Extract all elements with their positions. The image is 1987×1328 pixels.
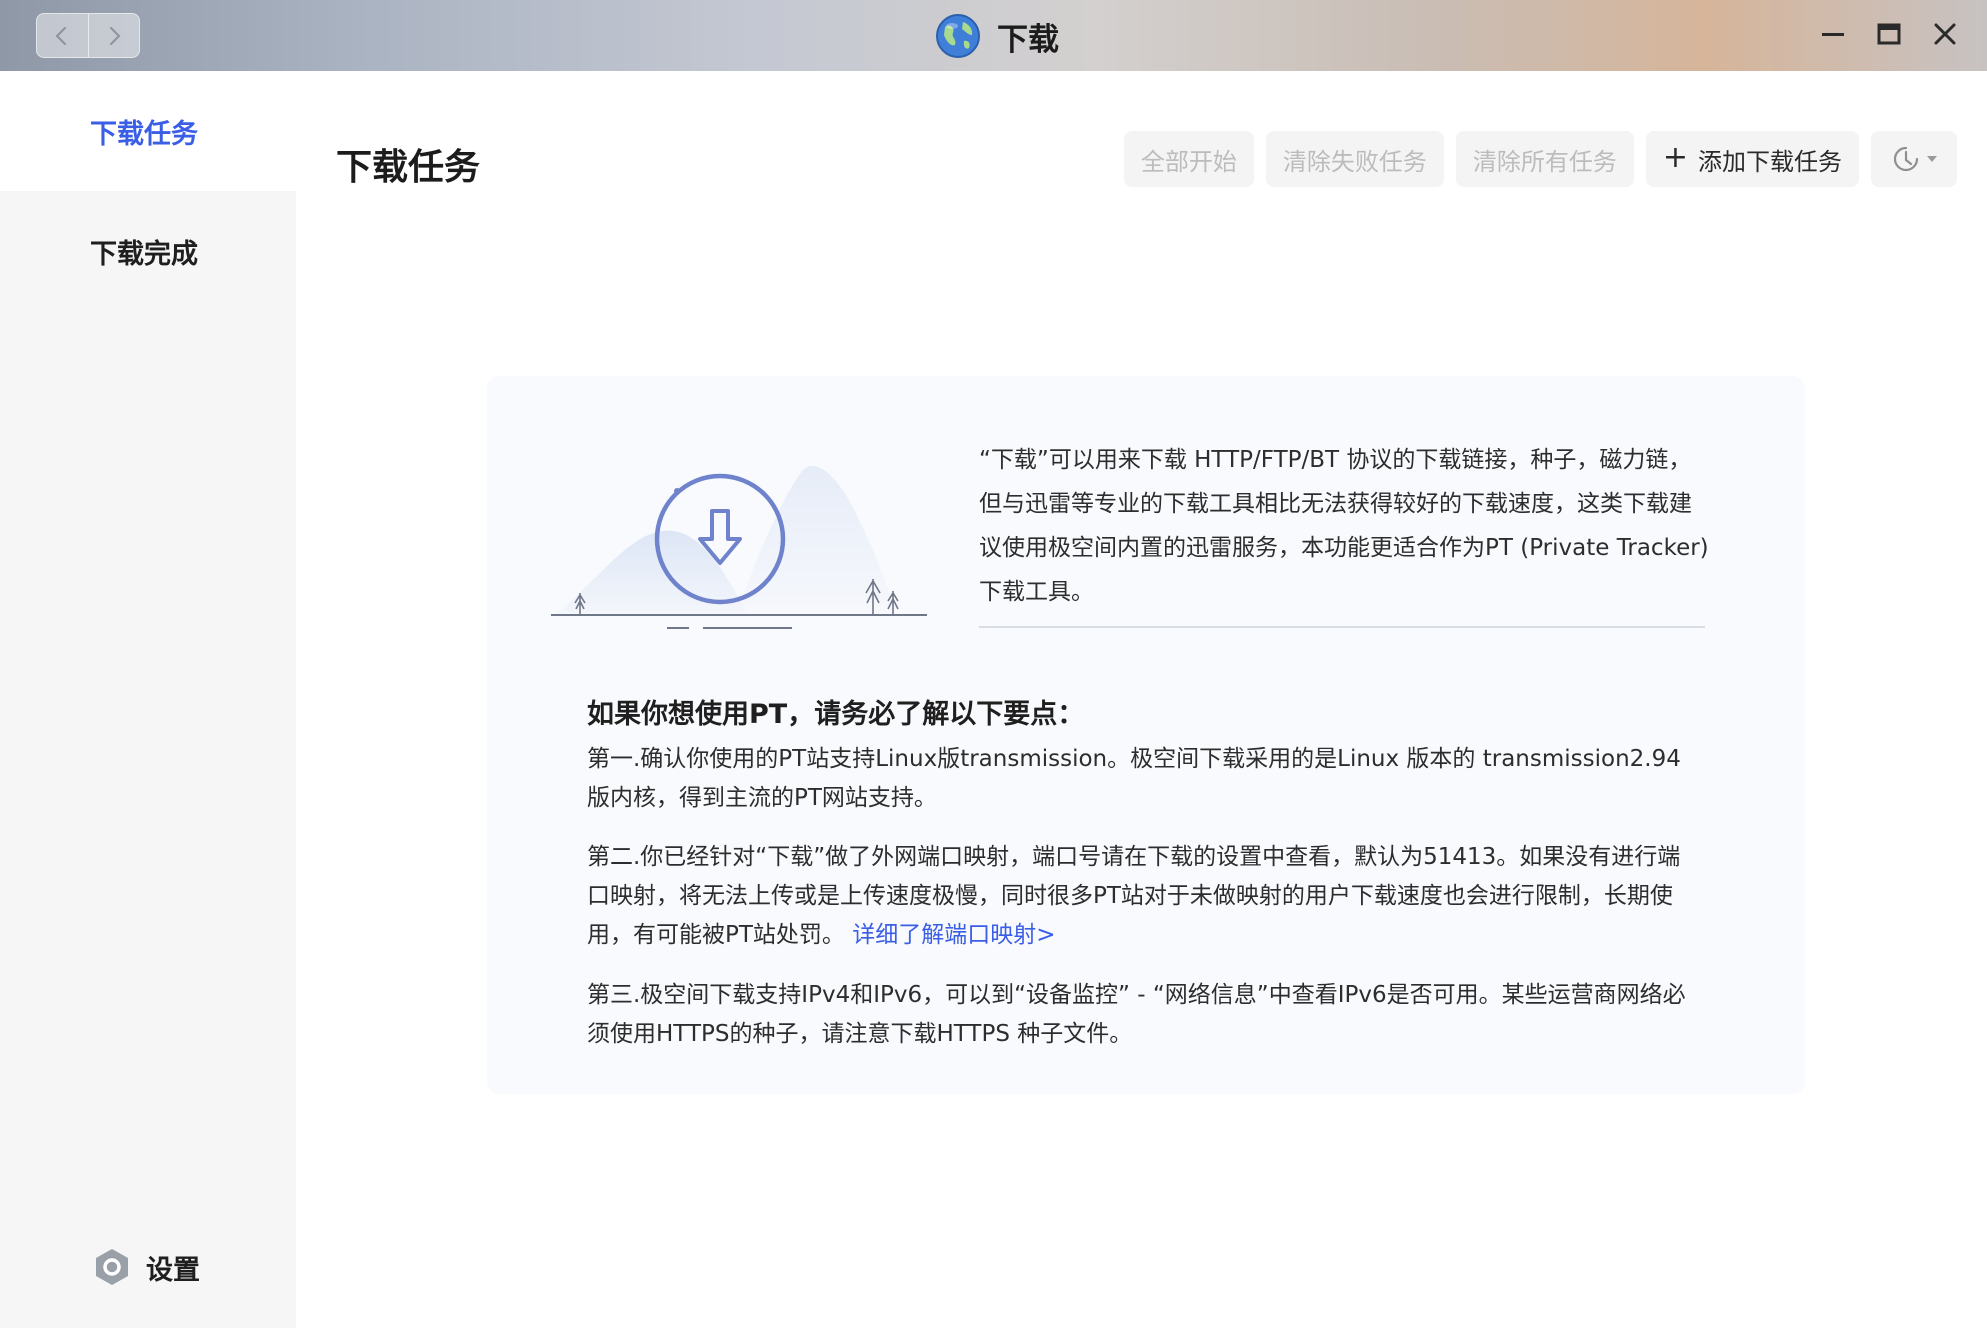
start-all-button[interactable]: 全部开始 [1123, 131, 1254, 187]
pt-info-card: “下载”可以用来下载 HTTP/FTP/BT 协议的下载链接，种子，磁力链，但与… [487, 376, 1805, 1094]
window-title: 下载 [997, 21, 1059, 58]
back-button[interactable] [37, 14, 88, 57]
window-title-area: 下载 [935, 10, 1059, 62]
notice-heading: 如果你想使用PT，请务必了解以下要点： [587, 699, 1085, 730]
settings-label: 设置 [146, 1254, 200, 1286]
maximize-icon [1877, 23, 1901, 45]
toolbar: 全部开始 清除失败任务 清除所有任务 + 添加下载任务 [1123, 131, 1957, 187]
minimize-button[interactable] [1815, 14, 1851, 54]
minimize-icon [1822, 33, 1844, 36]
add-task-label: 添加下载任务 [1698, 147, 1842, 176]
chevron-right-icon [109, 26, 120, 45]
sidebar: 下载任务 下载完成 设置 [0, 71, 296, 1328]
port-mapping-link[interactable]: 详细了解端口映射> [852, 922, 1055, 948]
chevron-left-icon [56, 26, 67, 45]
sidebar-item-download-complete[interactable]: 下载完成 [0, 191, 296, 311]
maximize-button[interactable] [1871, 14, 1907, 54]
intro-text: “下载”可以用来下载 HTTP/FTP/BT 协议的下载链接，种子，磁力链，但与… [979, 447, 1709, 605]
sidebar-item-label: 下载完成 [90, 238, 198, 270]
close-button[interactable] [1927, 14, 1963, 54]
forward-button[interactable] [87, 14, 140, 57]
speed-menu-button[interactable] [1871, 131, 1957, 187]
add-task-button[interactable]: + 添加下载任务 [1645, 131, 1859, 187]
nav-button-group [36, 13, 140, 58]
title-bar: 下载 [0, 0, 1987, 71]
clear-failed-button[interactable]: 清除失败任务 [1265, 131, 1444, 187]
plus-icon: + [1662, 139, 1688, 175]
chevron-down-icon [1927, 156, 1937, 162]
sidebar-item-label: 下载任务 [90, 118, 198, 150]
notice-point-3: 第三.极空间下载支持IPv4和IPv6，可以到“设备监控” - “网络信息”中查… [587, 982, 1686, 1047]
notice-point-1: 第一.确认你使用的PT站支持Linux版transmission。极空间下载采用… [587, 746, 1681, 811]
globe-icon [936, 14, 980, 58]
divider [979, 626, 1705, 628]
download-illustration-icon [551, 465, 927, 629]
settings-button[interactable]: 设置 [92, 1247, 200, 1287]
close-icon [1934, 23, 1956, 45]
page-title: 下载任务 [336, 147, 481, 188]
settings-hexagon-icon [96, 1249, 128, 1285]
notice-point-2: 第二.你已经针对“下载”做了外网端口映射，端口号请在下载的设置中查看，默认为51… [587, 838, 1702, 955]
clear-all-button[interactable]: 清除所有任务 [1455, 131, 1634, 187]
sidebar-item-download-tasks[interactable]: 下载任务 [0, 71, 296, 191]
notice-point-2-text: 第二.你已经针对“下载”做了外网端口映射，端口号请在下载的设置中查看，默认为51… [587, 844, 1681, 948]
speed-gauge-icon [1893, 146, 1919, 172]
window-controls [1815, 14, 1963, 54]
